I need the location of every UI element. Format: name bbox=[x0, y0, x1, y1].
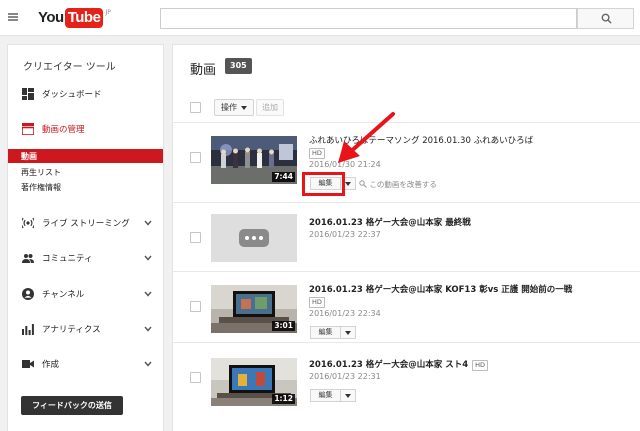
sidebar-item-analytics[interactable]: アナリティクス bbox=[8, 319, 163, 339]
youtube-logo[interactable]: You Tube JP bbox=[38, 8, 111, 28]
processing-thumbnail bbox=[211, 214, 297, 262]
search-input[interactable] bbox=[160, 8, 577, 29]
sidebar-item-create[interactable]: 作成 bbox=[8, 354, 163, 374]
send-feedback-button[interactable]: フィードバックの送信 bbox=[21, 396, 123, 415]
improve-video-label: この動画を改善する bbox=[369, 180, 437, 189]
community-icon bbox=[22, 254, 34, 263]
video-manager-icon bbox=[22, 123, 34, 135]
table-row: 2016.01.23 格ゲー大会@山本家 最終戦 2016/01/23 22:3… bbox=[173, 204, 640, 272]
sidebar-subitem-playlists[interactable]: 再生リスト bbox=[8, 165, 163, 179]
menu-icon[interactable] bbox=[8, 13, 18, 21]
actions-dropdown-button[interactable]: 操作 bbox=[214, 99, 254, 116]
video-date: 2016/01/23 22:37 bbox=[309, 230, 381, 239]
row-checkbox[interactable] bbox=[190, 372, 201, 383]
video-thumbnail[interactable]: 1:12 bbox=[211, 358, 297, 406]
sidebar-item-label: アナリティクス bbox=[42, 325, 101, 335]
actions-label: 操作 bbox=[221, 103, 237, 112]
improve-video-link[interactable]: この動画を改善する bbox=[359, 179, 437, 190]
chevron-down-icon bbox=[144, 255, 152, 261]
creator-studio-sidebar: クリエイター ツール ダッシュボード 動画の管理 動画 再生リスト 著作権情報 … bbox=[7, 44, 164, 431]
video-count-badge: 305 bbox=[225, 58, 252, 74]
hd-badge: HD bbox=[472, 360, 489, 371]
channel-icon bbox=[22, 288, 34, 300]
sidebar-item-label: ダッシュボード bbox=[42, 90, 102, 100]
video-title-link[interactable]: 2016.01.23 格ゲー大会@山本家 最終戦 bbox=[309, 216, 471, 228]
chevron-down-icon bbox=[144, 220, 152, 226]
sidebar-item-community[interactable]: コミュニティ bbox=[8, 248, 163, 268]
row-checkbox[interactable] bbox=[190, 301, 201, 312]
bulk-actions-bar: 操作 追加 bbox=[173, 93, 640, 123]
table-row: 1:12 2016.01.23 格ゲー大会@山本家 スト4 HD 2016/01/… bbox=[173, 344, 640, 431]
chevron-down-icon bbox=[144, 326, 152, 332]
edit-button-group: 編集 bbox=[310, 389, 356, 402]
video-thumbnail[interactable]: 7:44 bbox=[211, 136, 297, 184]
edit-dropdown-button[interactable] bbox=[341, 177, 356, 190]
table-row: 7:44 ふれあいひろばテーマソング 2016.01.30 ふれあいひろば HD… bbox=[173, 124, 640, 203]
search-button[interactable] bbox=[577, 8, 634, 29]
hd-badge: HD bbox=[309, 148, 325, 159]
sidebar-item-dashboard[interactable]: ダッシュボード bbox=[8, 84, 163, 104]
video-title-text: 2016.01.23 格ゲー大会@山本家 スト4 bbox=[309, 360, 469, 370]
sidebar-title: クリエイター ツール bbox=[23, 62, 116, 73]
sidebar-subitem-label: 動画 bbox=[21, 152, 37, 161]
video-thumbnail[interactable]: 3:01 bbox=[211, 285, 297, 333]
sidebar-subitem-label: 著作権情報 bbox=[21, 183, 61, 192]
sidebar-item-label: コミュニティ bbox=[42, 254, 93, 264]
video-title-link[interactable]: ふれあいひろばテーマソング 2016.01.30 ふれあいひろば bbox=[309, 134, 533, 146]
caret-down-icon bbox=[241, 105, 247, 110]
video-duration: 3:01 bbox=[272, 321, 295, 331]
video-date: 2016/01/30 21:24 bbox=[309, 160, 381, 169]
video-date: 2016/01/23 22:34 bbox=[309, 309, 381, 318]
row-checkbox[interactable] bbox=[190, 232, 201, 243]
edit-button-group: 編集 bbox=[310, 177, 356, 190]
video-duration: 7:44 bbox=[272, 172, 295, 182]
dashboard-icon bbox=[22, 88, 34, 100]
edit-dropdown-button[interactable] bbox=[341, 389, 356, 402]
masthead: You Tube JP bbox=[0, 0, 640, 36]
video-title-link[interactable]: 2016.01.23 格ゲー大会@山本家 スト4 HD bbox=[309, 358, 489, 371]
analytics-icon bbox=[22, 324, 34, 335]
select-all-checkbox[interactable] bbox=[190, 102, 201, 113]
video-title-link[interactable]: 2016.01.23 格ゲー大会@山本家 KOF13 彰vs 正護 開始前の一戦 bbox=[309, 283, 572, 295]
video-thumbnail[interactable] bbox=[211, 214, 297, 262]
page-title: 動画 bbox=[190, 63, 217, 78]
search-icon bbox=[601, 13, 612, 24]
edit-dropdown-button[interactable] bbox=[341, 326, 356, 339]
sidebar-item-label: 動画の管理 bbox=[42, 125, 85, 135]
sidebar-subitem-copyright[interactable]: 著作権情報 bbox=[8, 180, 163, 194]
video-camera-icon bbox=[22, 360, 34, 368]
live-streaming-icon bbox=[22, 217, 34, 229]
sidebar-subitem-videos[interactable]: 動画 bbox=[8, 149, 163, 163]
chevron-down-icon bbox=[144, 291, 152, 297]
sidebar-item-label: チャンネル bbox=[42, 290, 85, 300]
chevron-down-icon bbox=[144, 361, 152, 367]
table-row: 3:01 2016.01.23 格ゲー大会@山本家 KOF13 彰vs 正護 開… bbox=[173, 273, 640, 343]
logo-you-text: You bbox=[38, 9, 64, 26]
edit-button[interactable]: 編集 bbox=[310, 326, 341, 339]
sidebar-item-channel[interactable]: チャンネル bbox=[8, 284, 163, 304]
edit-button[interactable]: 編集 bbox=[310, 389, 341, 402]
video-manager-panel: 動画 305 操作 追加 7:44 ふれあいひろばテーマソング 2016.01.… bbox=[172, 44, 640, 431]
video-duration: 1:12 bbox=[272, 394, 295, 404]
sidebar-subitem-label: 再生リスト bbox=[21, 168, 61, 177]
logo-region: JP bbox=[105, 9, 111, 16]
sidebar-item-label: 作成 bbox=[42, 360, 60, 370]
edit-button[interactable]: 編集 bbox=[310, 177, 341, 190]
row-checkbox[interactable] bbox=[190, 152, 201, 163]
sidebar-item-live-streaming[interactable]: ライブ ストリーミング bbox=[8, 213, 163, 233]
hd-badge: HD bbox=[309, 297, 325, 308]
logo-tube-text: Tube bbox=[64, 8, 104, 28]
sidebar-item-video-manager[interactable]: 動画の管理 bbox=[8, 119, 163, 139]
edit-button-group: 編集 bbox=[310, 326, 356, 339]
sidebar-item-label: ライブ ストリーミング bbox=[42, 219, 130, 229]
add-to-button[interactable]: 追加 bbox=[256, 99, 284, 116]
video-date: 2016/01/23 22:31 bbox=[309, 372, 381, 381]
magic-wand-icon bbox=[359, 180, 367, 188]
